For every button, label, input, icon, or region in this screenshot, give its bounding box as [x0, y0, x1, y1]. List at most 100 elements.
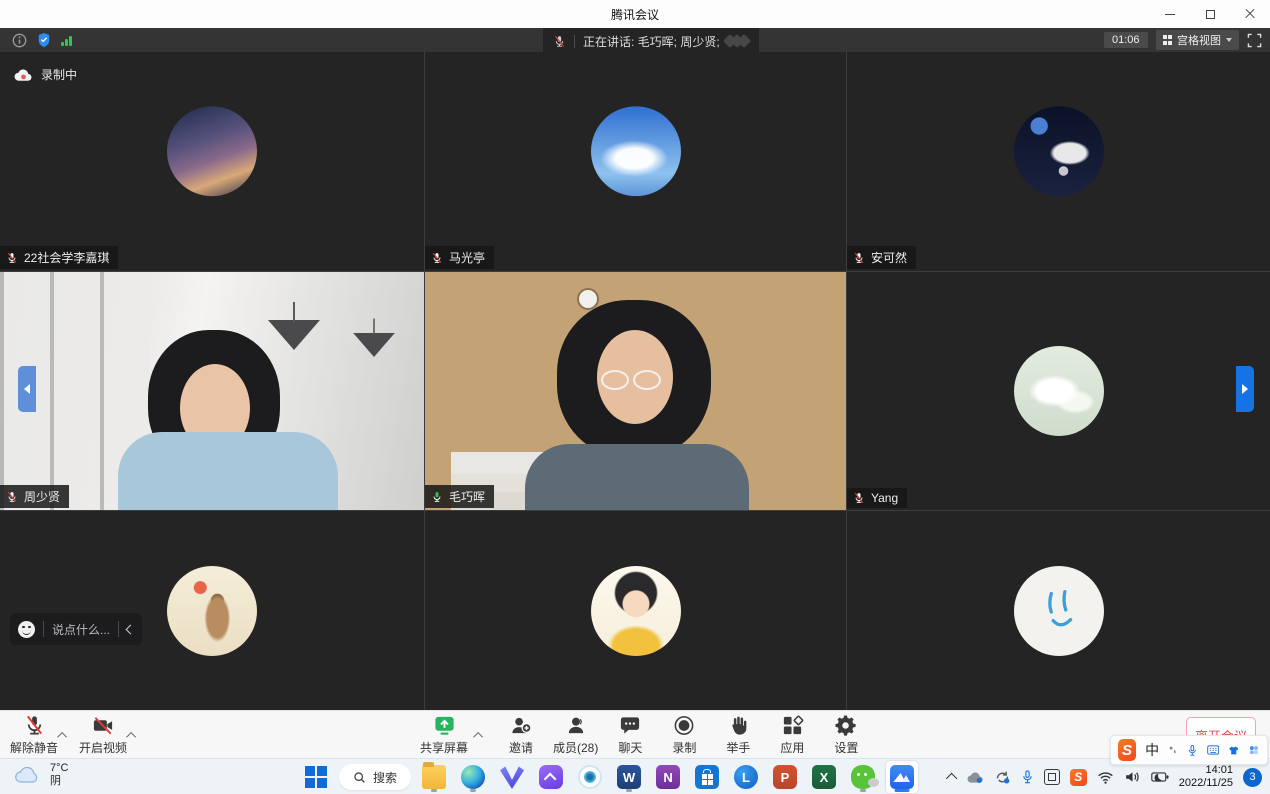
settings-button[interactable]: 设置	[822, 714, 870, 756]
participant-tile-smiley[interactable]	[847, 511, 1270, 710]
windows-taskbar: 7°C阴 搜索 W N L P X	[0, 758, 1270, 794]
share-screen-button[interactable]: 共享屏幕	[418, 714, 470, 756]
close-button[interactable]	[1230, 0, 1270, 28]
chat-placeholder[interactable]: 说点什么...	[52, 621, 110, 638]
taskbar-app-onenote[interactable]: N	[652, 761, 684, 793]
virtual-keyboard-icon[interactable]	[1207, 744, 1219, 756]
taskbar-app-tencent-meeting[interactable]	[886, 761, 918, 793]
participant-tile-maguangting[interactable]: 马光亭	[425, 52, 846, 271]
muted-mic-icon	[431, 252, 443, 264]
members-icon	[564, 714, 588, 737]
next-page-button[interactable]	[1236, 366, 1254, 412]
raise-hand-icon	[727, 714, 750, 737]
battery-icon[interactable]	[1151, 771, 1169, 783]
participant-tile-ankeran[interactable]: 安可然	[847, 52, 1270, 271]
windows-logo-icon	[305, 766, 327, 788]
lenovo-app-icon: L	[734, 765, 758, 789]
taskbar-app-word[interactable]: W	[613, 761, 645, 793]
record-icon	[672, 714, 696, 737]
running-indicator	[860, 789, 866, 792]
window-title: 腾讯会议	[611, 6, 659, 23]
unmute-button[interactable]: 解除静音	[8, 714, 60, 756]
participant-tile-maoqiaohui[interactable]: 毛巧晖	[425, 272, 846, 510]
share-options-chevron[interactable]	[473, 731, 483, 741]
notification-badge[interactable]: 3	[1243, 768, 1262, 787]
tray-overflow-chevron-icon[interactable]	[946, 773, 957, 784]
avatar	[1014, 566, 1104, 656]
layout-view-label: 宫格视图	[1177, 32, 1221, 48]
minimize-button[interactable]	[1150, 0, 1190, 28]
muted-mic-icon	[553, 35, 566, 48]
search-icon	[353, 771, 366, 784]
collapse-chat-icon[interactable]	[126, 624, 136, 634]
start-video-button[interactable]: 开启视频	[77, 714, 129, 756]
taskbar-app-store[interactable]	[691, 761, 723, 793]
camera-muted-icon	[91, 714, 115, 737]
record-button[interactable]: 录制	[660, 714, 708, 756]
recording-indicator: 录制中	[14, 66, 77, 83]
wifi-icon[interactable]	[1097, 771, 1114, 784]
info-icon[interactable]	[12, 33, 27, 48]
participant-name: 马光亭	[449, 249, 485, 266]
invite-button[interactable]: 邀请	[497, 714, 545, 756]
taskbar-app-powerpoint[interactable]: P	[769, 761, 801, 793]
fullscreen-icon[interactable]	[1247, 33, 1262, 48]
participant-tile-maruko[interactable]	[425, 511, 846, 710]
taskbar-app-hexagon[interactable]	[535, 761, 567, 793]
taskbar-app-v[interactable]	[496, 761, 528, 793]
ime-indicator-icon[interactable]	[1044, 769, 1060, 785]
taskbar-app-excel[interactable]: X	[808, 761, 840, 793]
weather-widget[interactable]: 7°C阴	[14, 762, 68, 788]
participant-tile-lijiaqi[interactable]: 22社会学李嘉琪 录制中	[0, 52, 424, 271]
taskbar-app-explorer[interactable]	[418, 761, 450, 793]
raise-hand-button[interactable]: 举手	[714, 714, 762, 756]
sogou-ime-bar[interactable]: S 中	[1110, 735, 1268, 765]
taskbar-app-eye[interactable]	[574, 761, 606, 793]
chevron-down-icon	[1226, 38, 1232, 42]
taskbar-app-wechat[interactable]	[847, 761, 879, 793]
update-icon[interactable]	[994, 770, 1011, 785]
voice-input-icon[interactable]	[1187, 743, 1198, 758]
members-button[interactable]: 成员(28)	[551, 714, 600, 756]
cloud-sync-icon[interactable]	[967, 771, 984, 784]
chat-quick-input[interactable]: 说点什么...	[10, 613, 142, 645]
name-tag: 马光亭	[425, 246, 494, 269]
name-tag: Yang	[847, 488, 907, 508]
active-indicator	[895, 789, 910, 792]
weather-cloud-icon	[14, 766, 42, 784]
ime-mode-toggle[interactable]: 中	[1145, 740, 1159, 760]
taskbar-app-lenovo[interactable]: L	[730, 761, 762, 793]
volume-icon[interactable]	[1124, 770, 1141, 784]
running-indicator	[470, 789, 476, 792]
network-signal-icon[interactable]	[61, 35, 72, 46]
muted-mic-icon	[6, 252, 18, 264]
taskbar-clock[interactable]: 14:01 2022/11/25	[1179, 764, 1233, 790]
video-grid: 22社会学李嘉琪 录制中 马光亭 安可然	[0, 52, 1270, 710]
punctuation-icon[interactable]	[1168, 744, 1178, 756]
participant-tile-zhoushaoxian[interactable]: 周少贤	[0, 272, 424, 510]
sogou-toolbox-icon[interactable]	[1248, 743, 1260, 757]
participant-tile-meerkat[interactable]	[0, 511, 424, 710]
skin-icon[interactable]	[1228, 744, 1240, 757]
minimize-icon	[1165, 14, 1175, 15]
taskbar-app-edge[interactable]	[457, 761, 489, 793]
apps-button[interactable]: 应用	[768, 714, 816, 756]
restore-button[interactable]	[1190, 0, 1230, 28]
layout-view-button[interactable]: 宫格视图	[1156, 30, 1240, 50]
tray-mic-icon[interactable]	[1021, 769, 1034, 785]
sogou-tray-icon[interactable]: S	[1070, 769, 1087, 786]
sogou-logo-icon[interactable]: S	[1118, 739, 1136, 761]
chat-icon	[618, 714, 642, 737]
running-indicator	[431, 789, 437, 792]
participant-name: Yang	[871, 491, 898, 505]
clock-time: 14:01	[1205, 764, 1233, 776]
record-label: 录制	[672, 739, 696, 756]
start-button[interactable]	[300, 761, 332, 793]
search-box[interactable]: 搜索	[339, 764, 411, 790]
prev-page-button[interactable]	[18, 366, 36, 412]
participant-tile-yang[interactable]: Yang	[847, 272, 1270, 510]
apps-label: 应用	[780, 739, 804, 756]
emoji-icon[interactable]	[18, 621, 35, 638]
shield-icon[interactable]	[37, 32, 51, 48]
chat-button[interactable]: 聊天	[606, 714, 654, 756]
